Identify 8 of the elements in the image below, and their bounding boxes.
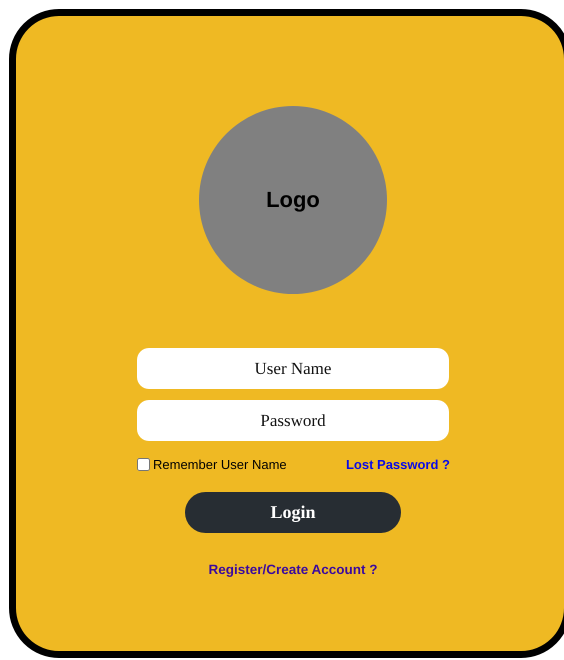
username-field[interactable]: User Name xyxy=(137,348,449,389)
lost-password-link[interactable]: Lost Password ? xyxy=(346,457,450,472)
remember-checkbox[interactable] xyxy=(137,458,150,471)
password-field[interactable]: Password xyxy=(137,400,449,441)
register-link[interactable]: Register/Create Account ? xyxy=(208,562,378,577)
logo-circle: Logo xyxy=(199,106,387,294)
remember-label: Remember User Name xyxy=(153,457,287,472)
login-button[interactable]: Login xyxy=(185,492,401,533)
